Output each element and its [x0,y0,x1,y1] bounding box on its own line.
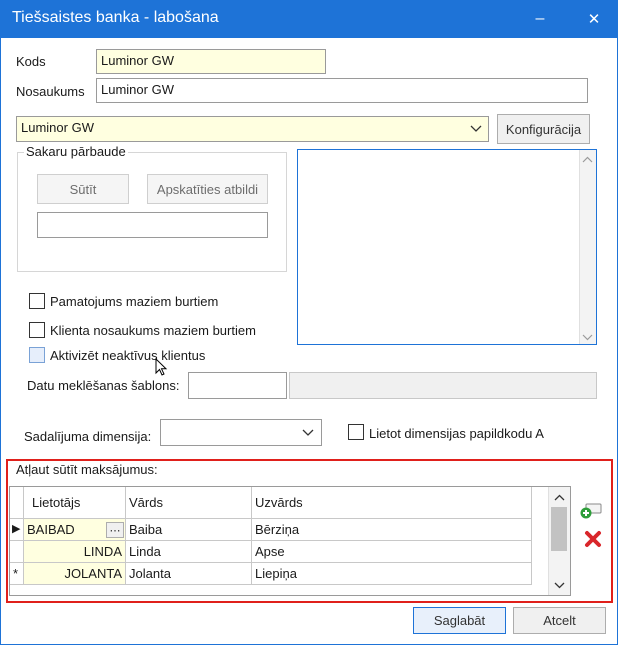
grid-cell-first-name[interactable]: Jolanta [126,563,252,585]
config-button[interactable]: Konfigurācija [497,114,590,144]
scroll-down-icon[interactable] [554,581,565,589]
config-text-area[interactable] [297,149,597,345]
kods-label: Kods [16,54,46,69]
column-header-last-name[interactable]: Uzvārds [252,487,532,519]
view-reply-button[interactable]: Apskatīties atbildi [147,174,268,204]
textarea-scrollbar[interactable] [579,150,596,344]
grid-cell-first-name[interactable]: Linda [126,541,252,563]
cancel-button[interactable]: Atcelt [513,607,606,634]
grid-cell-last-name[interactable]: Bērziņa [252,519,532,541]
connection-group-title: Sakaru pārbaude [24,144,128,159]
payments-section-title: Atļaut sūtīt maksājumus: [16,462,158,477]
lookup-ellipsis-button[interactable]: ⋯ [106,522,124,538]
delete-row-icon[interactable] [584,530,602,548]
title-bar: Tiešsaistes banka - labošana – ✕ [0,0,618,38]
chevron-down-icon[interactable] [302,428,314,438]
bank-select-value: Luminor GW [21,120,94,135]
grid-corner [10,487,24,519]
dimension-select[interactable] [160,419,322,446]
bank-select[interactable]: Luminor GW [16,116,489,142]
grid-cell-user-text: BAIBAD [27,522,75,537]
search-template-extra [289,372,597,399]
row-marker: ▶ [10,519,24,541]
save-button[interactable]: Saglabāt [413,607,506,634]
payments-grid[interactable]: Lietotājs Vārds Uzvārds ▶ BAIBAD Baiba B… [9,486,571,596]
kods-input[interactable]: Luminor GW [96,49,326,74]
window-title: Tiešsaistes banka - labošana [12,9,219,26]
lowercase-client-checkbox[interactable] [29,322,45,338]
dimension-label: Sadalījuma dimensija: [24,429,152,444]
row-marker: * [10,563,24,585]
mouse-pointer-icon [155,358,168,376]
close-button[interactable]: ✕ [576,4,612,34]
grid-cell-user[interactable]: LINDA [24,541,126,563]
lowercase-reason-checkbox[interactable] [29,293,45,309]
grid-cell-first-name[interactable]: Baiba [126,519,252,541]
reply-field[interactable] [37,212,268,238]
chevron-down-icon[interactable] [470,124,482,134]
row-marker [10,541,24,563]
column-header-user[interactable]: Lietotājs [24,487,126,519]
scroll-down-icon[interactable] [582,333,593,341]
grid-cell-last-name[interactable]: Liepiņa [252,563,532,585]
lowercase-client-label: Klienta nosaukums maziem burtiem [50,323,256,338]
grid-cell-last-name[interactable]: Apse [252,541,532,563]
grid-cell-user[interactable]: JOLANTA [24,563,126,585]
minimize-icon: – [535,10,545,27]
activate-inactive-label: Aktivizēt neaktīvus klientus [50,348,206,363]
close-icon: ✕ [587,11,601,28]
search-template-input[interactable] [188,372,287,399]
send-button[interactable]: Sūtīt [37,174,129,204]
grid-scroll-thumb[interactable] [551,507,567,551]
use-dimension-code-checkbox[interactable] [348,424,364,440]
nosaukums-label: Nosaukums [16,84,85,99]
add-row-icon[interactable] [579,502,603,520]
use-dimension-code-label: Lietot dimensijas papildkodu A [369,426,544,441]
minimize-button[interactable]: – [522,4,558,34]
activate-inactive-checkbox[interactable] [29,347,45,363]
lowercase-reason-label: Pamatojums maziem burtiem [50,294,219,309]
search-template-label: Datu meklēšanas šablons: [27,378,180,393]
column-header-first-name[interactable]: Vārds [126,487,252,519]
scroll-up-icon[interactable] [554,494,565,502]
nosaukums-input[interactable]: Luminor GW [96,78,588,103]
scroll-up-icon[interactable] [582,156,593,164]
